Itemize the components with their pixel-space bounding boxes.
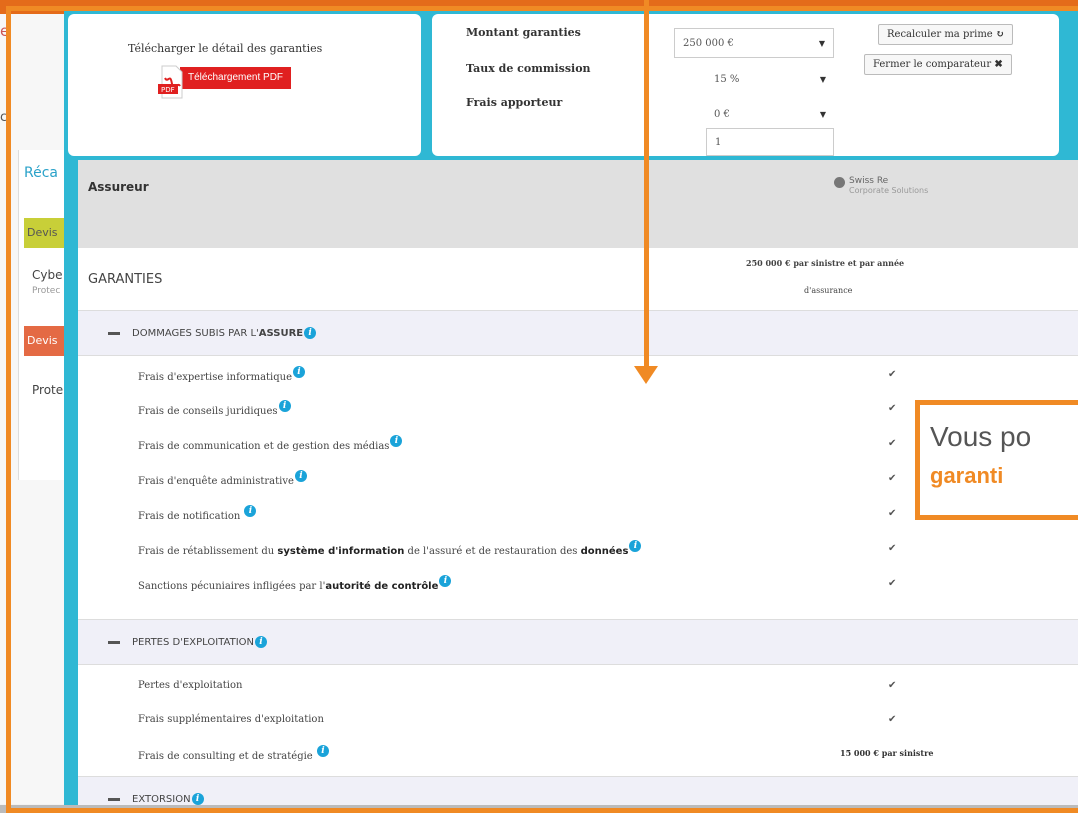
montant-garanties-value: 250 000 € (683, 37, 734, 49)
background-fragment-c: c (0, 110, 8, 125)
guarantees-value-line1: 250 000 € par sinistre et par année (746, 258, 905, 268)
background-protection-label: Prote (32, 383, 64, 397)
table-row: Frais d'expertise informatique i ✔ (78, 357, 1078, 391)
refresh-icon: ↻ (995, 29, 1005, 40)
info-icon[interactable]: i (439, 574, 452, 587)
callout-text-line1: Vous po (930, 421, 1032, 452)
download-panel: Télécharger le détail des garanties PDF … (68, 14, 421, 156)
info-icon[interactable]: i (294, 469, 307, 482)
guarantee-label: Frais d'expertise informatique i (138, 365, 306, 383)
globe-icon (834, 177, 845, 188)
montant-garanties-label: Montant garanties (466, 26, 581, 39)
info-icon[interactable]: i (278, 399, 291, 412)
info-icon[interactable]: i (316, 744, 329, 757)
frais-apporteur-input-value: 1 (715, 136, 722, 148)
svg-text:PDF: PDF (161, 86, 175, 94)
guarantees-value-line2: d'assurance (804, 286, 853, 295)
arrow-down-icon (634, 366, 658, 384)
check-icon: ✔ (888, 679, 897, 691)
check-icon: ✔ (888, 402, 897, 414)
guarantee-label: Pertes d'exploitation (138, 679, 243, 691)
check-icon: ✔ (888, 713, 897, 725)
section-extorsion[interactable]: EXTORSION i (78, 776, 1078, 805)
collapse-icon (108, 331, 120, 335)
insurer-logo: Swiss Re Corporate Solutions (834, 176, 928, 195)
check-icon: ✔ (888, 577, 897, 589)
info-icon[interactable]: i (304, 327, 317, 339)
guarantee-value: 15 000 € par sinistre (840, 748, 934, 758)
guarantee-label: Frais d'enquête administrative i (138, 469, 307, 487)
pdf-icon: PDF (156, 64, 186, 100)
insurer-name: Swiss Re (849, 176, 889, 186)
guarantee-label: Frais supplémentaires d'exploitation (138, 713, 324, 725)
info-icon[interactable]: i (255, 636, 268, 648)
guarantee-label: Frais de conseils juridiques i (138, 399, 291, 417)
chevron-down-icon: ▼ (818, 38, 825, 48)
close-comparator-label: Fermer le comparateur (873, 59, 992, 70)
check-icon: ✔ (888, 507, 897, 519)
guarantee-label: Frais de communication et de gestion des… (138, 434, 403, 452)
recalculate-premium-button[interactable]: Recalculer ma prime ↻ (878, 24, 1014, 45)
close-icon: ✖ (994, 59, 1003, 70)
guarantee-label: Frais de rétablissement du système d'inf… (138, 539, 642, 557)
guarantees-amount-row: GARANTIES 250 000 € par sinistre et par … (78, 248, 1078, 310)
chevron-down-icon: ▼ (819, 109, 826, 119)
info-icon[interactable]: i (629, 539, 642, 552)
section-dommages-assure[interactable]: DOMMAGES SUBIS PAR L'ASSURE i (78, 310, 1078, 356)
background-fragment-e: e (0, 22, 10, 40)
table-row: Pertes d'exploitation ✔ (78, 668, 1078, 702)
section-title: EXTORSION (132, 793, 191, 805)
collapse-icon (108, 640, 120, 644)
guarantee-label: Sanctions pécuniaires infligées par l'au… (138, 574, 452, 592)
check-icon: ✔ (888, 368, 897, 380)
info-icon[interactable]: i (191, 793, 204, 805)
recalculate-premium-label: Recalculer ma prime (887, 29, 993, 40)
montant-garanties-select[interactable]: 250 000 € ▼ (674, 28, 834, 58)
insurer-header-row: Assureur Swiss Re Corporate Solutions (78, 160, 1078, 248)
insurer-subtitle: Corporate Solutions (849, 186, 929, 195)
info-icon[interactable]: i (244, 504, 257, 517)
guarantee-label: Frais de notification i (138, 504, 257, 522)
section-title: PERTES D'EXPLOITATION (132, 636, 255, 648)
chevron-down-icon: ▼ (819, 74, 826, 84)
taux-commission-value: 15 % (714, 73, 740, 85)
guarantees-label: GARANTIES (88, 272, 163, 287)
annotation-arrow-line (644, 0, 649, 368)
table-row: Sanctions pécuniaires infligées par l'au… (78, 566, 1078, 600)
taux-commission-select[interactable]: 15 % ▼ (706, 64, 834, 94)
guarantee-label: Frais de consulting et de stratégie i (138, 744, 329, 762)
info-icon[interactable]: i (390, 434, 403, 447)
background-scrollbar (0, 805, 1078, 813)
collapse-icon (108, 797, 120, 801)
pdf-download-button[interactable]: PDF Téléchargement PDF (156, 62, 320, 99)
check-icon: ✔ (888, 472, 897, 484)
background-cyber-label: Cybe (32, 268, 63, 282)
info-icon[interactable]: i (293, 365, 306, 378)
tutorial-callout: Vous po garanti (915, 400, 1078, 520)
callout-text-line2: garanti (930, 463, 1004, 488)
table-row: Frais de consulting et de stratégie i 15… (78, 736, 1078, 770)
taux-commission-label: Taux de commission (466, 62, 591, 75)
pdf-download-label: Téléchargement PDF (180, 67, 292, 89)
section-title: DOMMAGES SUBIS PAR L'ASSURE (132, 327, 304, 339)
background-recap-title: Réca (24, 165, 58, 181)
table-row: Frais de rétablissement du système d'inf… (78, 531, 1078, 565)
table-row: Frais supplémentaires d'exploitation ✔ (78, 702, 1078, 736)
frais-apporteur-value: 0 € (714, 108, 730, 120)
frais-apporteur-input[interactable]: 1 (706, 128, 834, 156)
check-icon: ✔ (888, 542, 897, 554)
check-icon: ✔ (888, 437, 897, 449)
download-title: Télécharger le détail des garanties (128, 42, 323, 55)
insurer-column-label: Assureur (88, 180, 149, 194)
close-comparator-button[interactable]: Fermer le comparateur ✖ (864, 54, 1012, 75)
premium-settings-panel: Montant garanties 250 000 € ▼ Taux de co… (432, 14, 1059, 156)
background-protection-sublabel: Protec (32, 286, 61, 296)
frais-apporteur-select[interactable]: 0 € ▼ (706, 100, 834, 128)
section-pertes-exploitation[interactable]: PERTES D'EXPLOITATION i (78, 619, 1078, 665)
frais-apporteur-label: Frais apporteur (466, 96, 563, 109)
